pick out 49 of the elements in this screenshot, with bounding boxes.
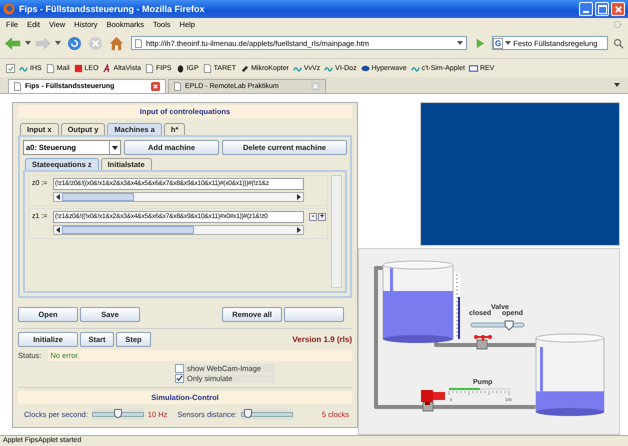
check-icon: [176, 375, 183, 382]
scroll-right-icon[interactable]: [297, 194, 301, 200]
page-icon: [145, 64, 154, 72]
search-icon[interactable]: [613, 38, 624, 48]
level-scale: [454, 273, 460, 339]
maximize-button[interactable]: [595, 2, 609, 16]
horizontal-scrollbar[interactable]: [53, 192, 304, 202]
tab-list-arrow-icon[interactable]: [614, 83, 620, 87]
flag-icon: [74, 64, 83, 72]
vertical-scrollbar[interactable]: [331, 175, 342, 288]
valve-slider[interactable]: [470, 320, 524, 331]
penguin-icon: [176, 64, 185, 72]
close-tab-icon[interactable]: [151, 82, 160, 91]
throbber-icon: [613, 20, 622, 28]
go-icon[interactable]: [474, 38, 485, 48]
page-icon: [202, 64, 212, 72]
dropdown-arrow-icon[interactable]: [25, 41, 31, 45]
reload-icon[interactable]: [67, 36, 82, 50]
version-label: Version 1.9 (rls): [292, 335, 352, 344]
horizontal-scrollbar[interactable]: [53, 225, 304, 235]
badge-icon: [468, 64, 478, 72]
page-icon: [14, 82, 21, 91]
page-icon: [46, 64, 55, 72]
pump-gauge: [448, 388, 511, 396]
scroll-left-icon[interactable]: [56, 227, 60, 233]
scroll-left-icon[interactable]: [56, 194, 60, 200]
window-title: Fips - Füllstandssteuerung - Mozilla Firefox: [19, 4, 206, 14]
bookmark-sidebar-icon[interactable]: [6, 64, 15, 72]
blank-button[interactable]: [284, 307, 344, 322]
search-engine-logo[interactable]: G: [493, 38, 504, 48]
dropdown-arrow-icon[interactable]: [112, 146, 118, 150]
close-button[interactable]: [611, 2, 625, 16]
minimize-button[interactable]: [579, 2, 593, 16]
slider[interactable]: [92, 408, 144, 420]
oval-icon: [360, 64, 370, 72]
pump-icon: [421, 390, 445, 405]
letter-mark-icon: [102, 64, 112, 72]
slider[interactable]: [241, 408, 293, 420]
home-icon[interactable]: [109, 36, 124, 50]
dropdown-arrow-icon[interactable]: [505, 41, 512, 45]
dropdown-arrow-icon[interactable]: [55, 41, 61, 45]
globe-icon: [3, 3, 15, 15]
scroll-right-icon[interactable]: [297, 227, 301, 233]
pipe-fitting-icon: [476, 340, 488, 350]
close-icon: [614, 4, 622, 14]
valve-icon: [474, 335, 492, 341]
page-icon: [174, 82, 181, 91]
page-icon: [135, 38, 142, 48]
dropdown-arrow-icon[interactable]: [457, 41, 463, 45]
